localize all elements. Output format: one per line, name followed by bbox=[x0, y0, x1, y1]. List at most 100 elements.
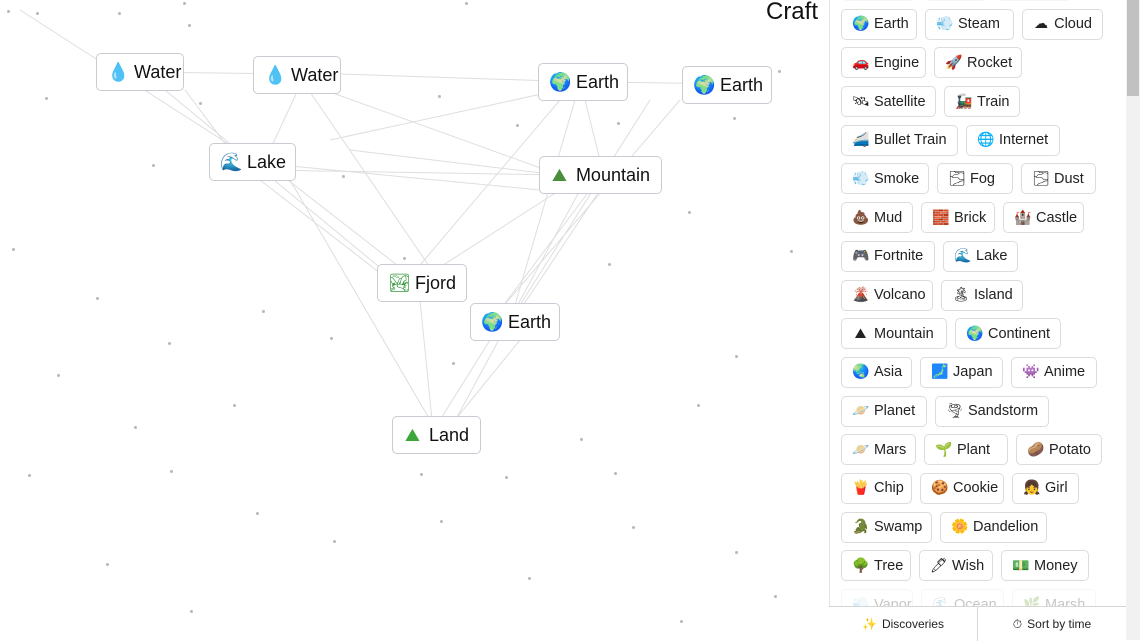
background-dot bbox=[688, 211, 691, 214]
item-planet[interactable]: 🪐 Planet bbox=[841, 395, 927, 427]
item-mars[interactable]: 🪐 Mars bbox=[841, 434, 916, 466]
canvas-node-fjord[interactable]: 🏞 Fjord bbox=[377, 264, 467, 302]
item-label: Bullet Train bbox=[874, 132, 947, 149]
item-fog[interactable]: 🌫 Fog bbox=[937, 163, 1013, 195]
connection-line bbox=[584, 99, 601, 161]
item-mountain[interactable]: ⛰ Mountain bbox=[841, 318, 947, 350]
item-partial[interactable] bbox=[841, 0, 916, 1]
items-row: 🚗 Engine 🚀 Rocket bbox=[841, 47, 1111, 79]
item-money[interactable]: 💵 Money bbox=[1001, 550, 1089, 582]
item-partial[interactable] bbox=[996, 0, 1072, 1]
canvas-node-lake[interactable]: 🌊 Lake bbox=[209, 143, 296, 181]
sidebar-scrollbar[interactable] bbox=[1126, 0, 1140, 640]
background-dot bbox=[614, 472, 617, 475]
item-satellite[interactable]: 🛰 Satellite bbox=[841, 86, 936, 118]
canvas-node-land[interactable]: ⛰ Land bbox=[392, 416, 481, 454]
swamp-icon: 🐊 bbox=[852, 519, 870, 536]
earth-globe-icon: 🌍 bbox=[481, 311, 504, 333]
earth-globe-icon: 🌍 bbox=[966, 325, 984, 342]
item-continent[interactable]: 🌍 Continent bbox=[955, 318, 1061, 350]
item-label: Satellite bbox=[874, 93, 926, 110]
item-label: Girl bbox=[1045, 480, 1068, 497]
item-lake[interactable]: 🌊 Lake bbox=[943, 240, 1018, 272]
tree-icon: 🌳 bbox=[852, 557, 870, 574]
items-row: 🪐 Mars 🌱 Plant 🥔 Potato bbox=[841, 434, 1111, 466]
node-label: Water bbox=[134, 61, 182, 82]
background-dot bbox=[199, 102, 202, 105]
item-cookie[interactable]: 🍪 Cookie bbox=[920, 472, 1004, 504]
item-label: Brick bbox=[954, 209, 987, 226]
item-dust[interactable]: 🌫 Dust bbox=[1021, 163, 1096, 195]
item-smoke[interactable]: 💨 Smoke bbox=[841, 163, 929, 195]
item-mud[interactable]: 💩 Mud bbox=[841, 202, 913, 234]
flower-icon: 🌼 bbox=[951, 519, 969, 536]
background-dot bbox=[57, 374, 60, 377]
mountain-icon: ⛰ bbox=[551, 164, 568, 186]
item-dandelion[interactable]: 🌼 Dandelion bbox=[940, 511, 1047, 543]
canvas-node-earth[interactable]: 🌍 Earth bbox=[470, 303, 560, 341]
items-row: 🛰 Satellite 🚂 Train bbox=[841, 86, 1111, 118]
item-island[interactable]: 🏝 Island bbox=[941, 279, 1023, 311]
globe-grid-icon: 🌐 bbox=[977, 132, 995, 149]
background-dot bbox=[134, 426, 137, 429]
item-tree[interactable]: 🌳 Tree bbox=[841, 550, 911, 582]
item-cloud[interactable]: ☁ Cloud bbox=[1022, 8, 1103, 40]
item-fortnite[interactable]: 🎮 Fortnite bbox=[841, 240, 935, 272]
items-row: 💩 Mud 🧱 Brick 🏰 Castle bbox=[841, 202, 1111, 234]
item-potato[interactable]: 🥔 Potato bbox=[1016, 434, 1102, 466]
item-engine[interactable]: 🚗 Engine bbox=[841, 47, 926, 79]
canvas-node-water[interactable]: 💧 Water bbox=[253, 56, 341, 94]
item-japan[interactable]: 🗾 Japan bbox=[920, 356, 1003, 388]
items-sidebar: 🌍 Earth 💨 Steam ☁ Cloud 🚗 Engine 🚀 Rocket 🛰 Satelli… bbox=[829, 0, 1140, 640]
item-label: Money bbox=[1034, 557, 1078, 574]
item-rocket[interactable]: 🚀 Rocket bbox=[934, 47, 1022, 79]
item-earth[interactable]: 🌍 Earth bbox=[841, 8, 917, 40]
dust-icon: 🌫 bbox=[1032, 170, 1050, 187]
item-asia[interactable]: 🌏 Asia bbox=[841, 356, 912, 388]
item-plant[interactable]: 🌱 Plant bbox=[924, 434, 1008, 466]
item-label: Smoke bbox=[874, 170, 920, 187]
japan-map-icon: 🗾 bbox=[931, 364, 949, 381]
item-wish[interactable]: 🖊 Wish bbox=[919, 550, 993, 582]
crafting-canvas[interactable]: Craft 💧 Water 💧 Water 🌍 Earth 🌍 Earth 🌊 Lake ⛰ Moun… bbox=[0, 0, 829, 640]
item-volcano[interactable]: 🌋 Volcano bbox=[841, 279, 933, 311]
volcano-icon: 🌋 bbox=[852, 287, 870, 303]
background-dot bbox=[505, 476, 508, 479]
item-steam[interactable]: 💨 Steam bbox=[925, 8, 1014, 40]
item-chip[interactable]: 🍟 Chip bbox=[841, 472, 912, 504]
item-swamp[interactable]: 🐊 Swamp bbox=[841, 511, 932, 543]
canvas-node-mountain[interactable]: ⛰ Mountain bbox=[539, 156, 662, 194]
mountain-icon: ⛰ bbox=[854, 325, 867, 342]
background-dot bbox=[733, 117, 736, 120]
item-internet[interactable]: 🌐 Internet bbox=[966, 124, 1060, 156]
item-label: Internet bbox=[999, 132, 1049, 149]
canvas-node-earth[interactable]: 🌍 Earth bbox=[538, 63, 628, 101]
item-train[interactable]: 🚂 Train bbox=[944, 86, 1020, 118]
canvas-node-water[interactable]: 💧 Water bbox=[96, 53, 184, 91]
item-label: Mars bbox=[874, 441, 907, 458]
item-castle[interactable]: 🏰 Castle bbox=[1003, 202, 1084, 234]
background-dot bbox=[617, 122, 620, 125]
items-row: 🌋 Volcano 🏝 Island bbox=[841, 279, 1111, 311]
connection-line bbox=[164, 89, 396, 281]
item-label: Mountain bbox=[874, 325, 934, 342]
item-girl[interactable]: 👧 Girl bbox=[1012, 472, 1079, 504]
discoveries-button[interactable]: ✨ Discoveries bbox=[829, 607, 977, 641]
background-dot bbox=[608, 263, 611, 266]
sort-by-time-button[interactable]: ⏱ Sort by time bbox=[977, 607, 1126, 641]
item-label: Earth bbox=[874, 16, 909, 33]
item-partial[interactable] bbox=[924, 0, 988, 1]
item-anime[interactable]: 👾 Anime bbox=[1011, 356, 1097, 388]
item-label: Plant bbox=[957, 441, 991, 458]
background-dot bbox=[735, 551, 738, 554]
earth-globe-icon: 🌍 bbox=[549, 71, 572, 93]
item-bullet-train[interactable]: 🚄 Bullet Train bbox=[841, 124, 958, 156]
canvas-node-earth[interactable]: 🌍 Earth bbox=[682, 66, 772, 104]
fjord-icon: 🏞 bbox=[388, 272, 411, 294]
item-sandstorm[interactable]: 🌪 Sandstorm bbox=[935, 395, 1049, 427]
item-brick[interactable]: 🧱 Brick bbox=[921, 202, 995, 234]
items-row: 🚄 Bullet Train 🌐 Internet bbox=[841, 124, 1111, 156]
sidebar-scrollbar-thumb[interactable] bbox=[1127, 0, 1139, 96]
items-row: 🎮 Fortnite 🌊 Lake bbox=[841, 240, 1111, 272]
item-label: Chip bbox=[874, 480, 904, 497]
